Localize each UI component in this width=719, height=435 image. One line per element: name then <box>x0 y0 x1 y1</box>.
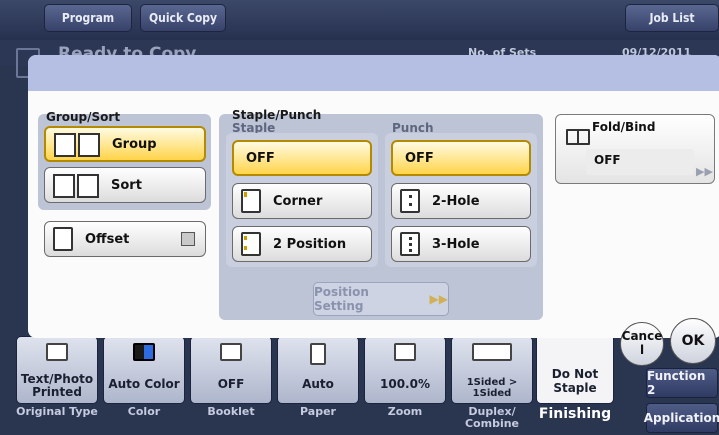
zoom-label: Zoom <box>387 405 423 418</box>
original-type-value: Text/Photo Printed <box>17 373 97 399</box>
corner-staple-icon <box>241 189 261 213</box>
punch-off-button[interactable]: OFF <box>391 140 531 176</box>
offset-icon <box>53 227 73 251</box>
original-type-button[interactable]: Text/Photo Printed <box>16 336 98 404</box>
sort-label: Sort <box>111 177 142 193</box>
original-type-line2: Printed <box>32 385 82 399</box>
booklet-icon <box>220 343 242 361</box>
zoom-value: 100.0% <box>380 377 430 391</box>
staple-off-label: OFF <box>246 150 275 166</box>
color-button[interactable]: Auto Color <box>103 336 185 404</box>
paper-icon <box>310 343 326 365</box>
original-type-icon <box>46 343 68 361</box>
two-position-staple-icon <box>241 232 261 256</box>
fold-bind-arrow-icon: ▶▶ <box>696 165 713 178</box>
group-sort-label: Group/Sort <box>46 110 121 124</box>
zoom-icon <box>394 343 416 361</box>
position-setting-arrow-icon: ▶▶ <box>429 292 448 306</box>
sort-button[interactable]: Sort <box>44 167 206 203</box>
three-hole-button[interactable]: 3-Hole <box>391 226 531 262</box>
finishing-dialog: Group/Sort Group Sort Offset Staple/Punc… <box>28 55 719 338</box>
original-type-label: Original Type <box>16 405 98 418</box>
position-setting-label: Position Setting <box>314 285 369 313</box>
group-label: Group <box>112 136 157 152</box>
offset-button[interactable]: Offset <box>44 221 206 257</box>
paper-label: Paper <box>300 405 336 418</box>
booklet-value: OFF <box>217 377 245 391</box>
application-button[interactable]: Application <box>644 403 719 433</box>
corner-label: Corner <box>273 193 323 209</box>
top-bar: Program Quick Copy Job List <box>0 0 719 40</box>
staple-off-button[interactable]: OFF <box>232 140 372 176</box>
paper-value: Auto <box>302 377 334 391</box>
duplex-label-line2: Combine <box>464 417 520 430</box>
finishing-label: Finishing <box>538 406 612 422</box>
corner-staple-button[interactable]: Corner <box>232 183 372 219</box>
position-setting-button[interactable]: Position Setting ▶▶ <box>313 282 449 316</box>
duplex-icon <box>472 343 512 361</box>
booklet-label: Booklet <box>207 405 255 418</box>
group-button[interactable]: Group <box>44 126 206 162</box>
program-button[interactable]: Program <box>44 4 132 32</box>
offset-checkbox[interactable] <box>181 232 195 246</box>
dialog-header-band <box>28 55 719 91</box>
two-hole-button[interactable]: 2-Hole <box>391 183 531 219</box>
three-hole-icon <box>400 232 420 256</box>
fold-bind-value: OFF <box>594 153 621 167</box>
two-position-staple-button[interactable]: 2 Position <box>232 226 372 262</box>
zoom-button[interactable]: 100.0% <box>364 336 446 404</box>
color-value: Auto Color <box>108 377 180 391</box>
duplex-value: 1Sided > 1Sided <box>466 377 518 399</box>
finishing-button[interactable]: Do Not Staple <box>536 330 614 404</box>
staple-punch-label: Staple/Punch <box>232 108 322 122</box>
book-icon <box>566 129 590 145</box>
two-hole-icon <box>400 189 420 213</box>
job-list-button[interactable]: Job List <box>625 4 719 32</box>
ok-button[interactable]: OK <box>670 318 716 364</box>
quick-copy-button[interactable]: Quick Copy <box>140 4 226 32</box>
paper-button[interactable]: Auto <box>277 336 359 404</box>
group-icon <box>54 133 100 157</box>
duplex-combine-label: Duplex/Combine <box>451 406 533 430</box>
finishing-value: Do Not Staple <box>537 367 613 395</box>
cancel-line2: l <box>639 343 645 357</box>
sort-icon <box>53 174 99 198</box>
booklet-button[interactable]: OFF <box>190 336 272 404</box>
punch-off-label: OFF <box>405 150 434 166</box>
original-type-line1: Text/Photo <box>20 372 94 386</box>
two-position-label: 2 Position <box>273 236 347 252</box>
function-2-button[interactable]: Function 2 <box>646 368 718 398</box>
duplex-combine-button[interactable]: 1Sided > 1Sided <box>451 336 533 404</box>
function-bar: Text/Photo Printed Original Type Auto Col… <box>0 330 719 435</box>
offset-label: Offset <box>85 231 130 247</box>
color-label: Color <box>127 405 161 418</box>
color-icon <box>133 343 155 361</box>
finishing-line2: Staple <box>553 381 597 395</box>
fold-bind-button[interactable]: Fold/Bind OFF ▶▶ <box>555 114 715 184</box>
cancel-line1: Cance <box>621 329 663 343</box>
cancel-button[interactable]: Cance l <box>620 322 664 366</box>
three-hole-label: 3-Hole <box>432 236 480 252</box>
finishing-line1: Do Not <box>551 367 599 381</box>
fold-bind-label: Fold/Bind <box>592 120 656 134</box>
two-hole-label: 2-Hole <box>432 193 480 209</box>
